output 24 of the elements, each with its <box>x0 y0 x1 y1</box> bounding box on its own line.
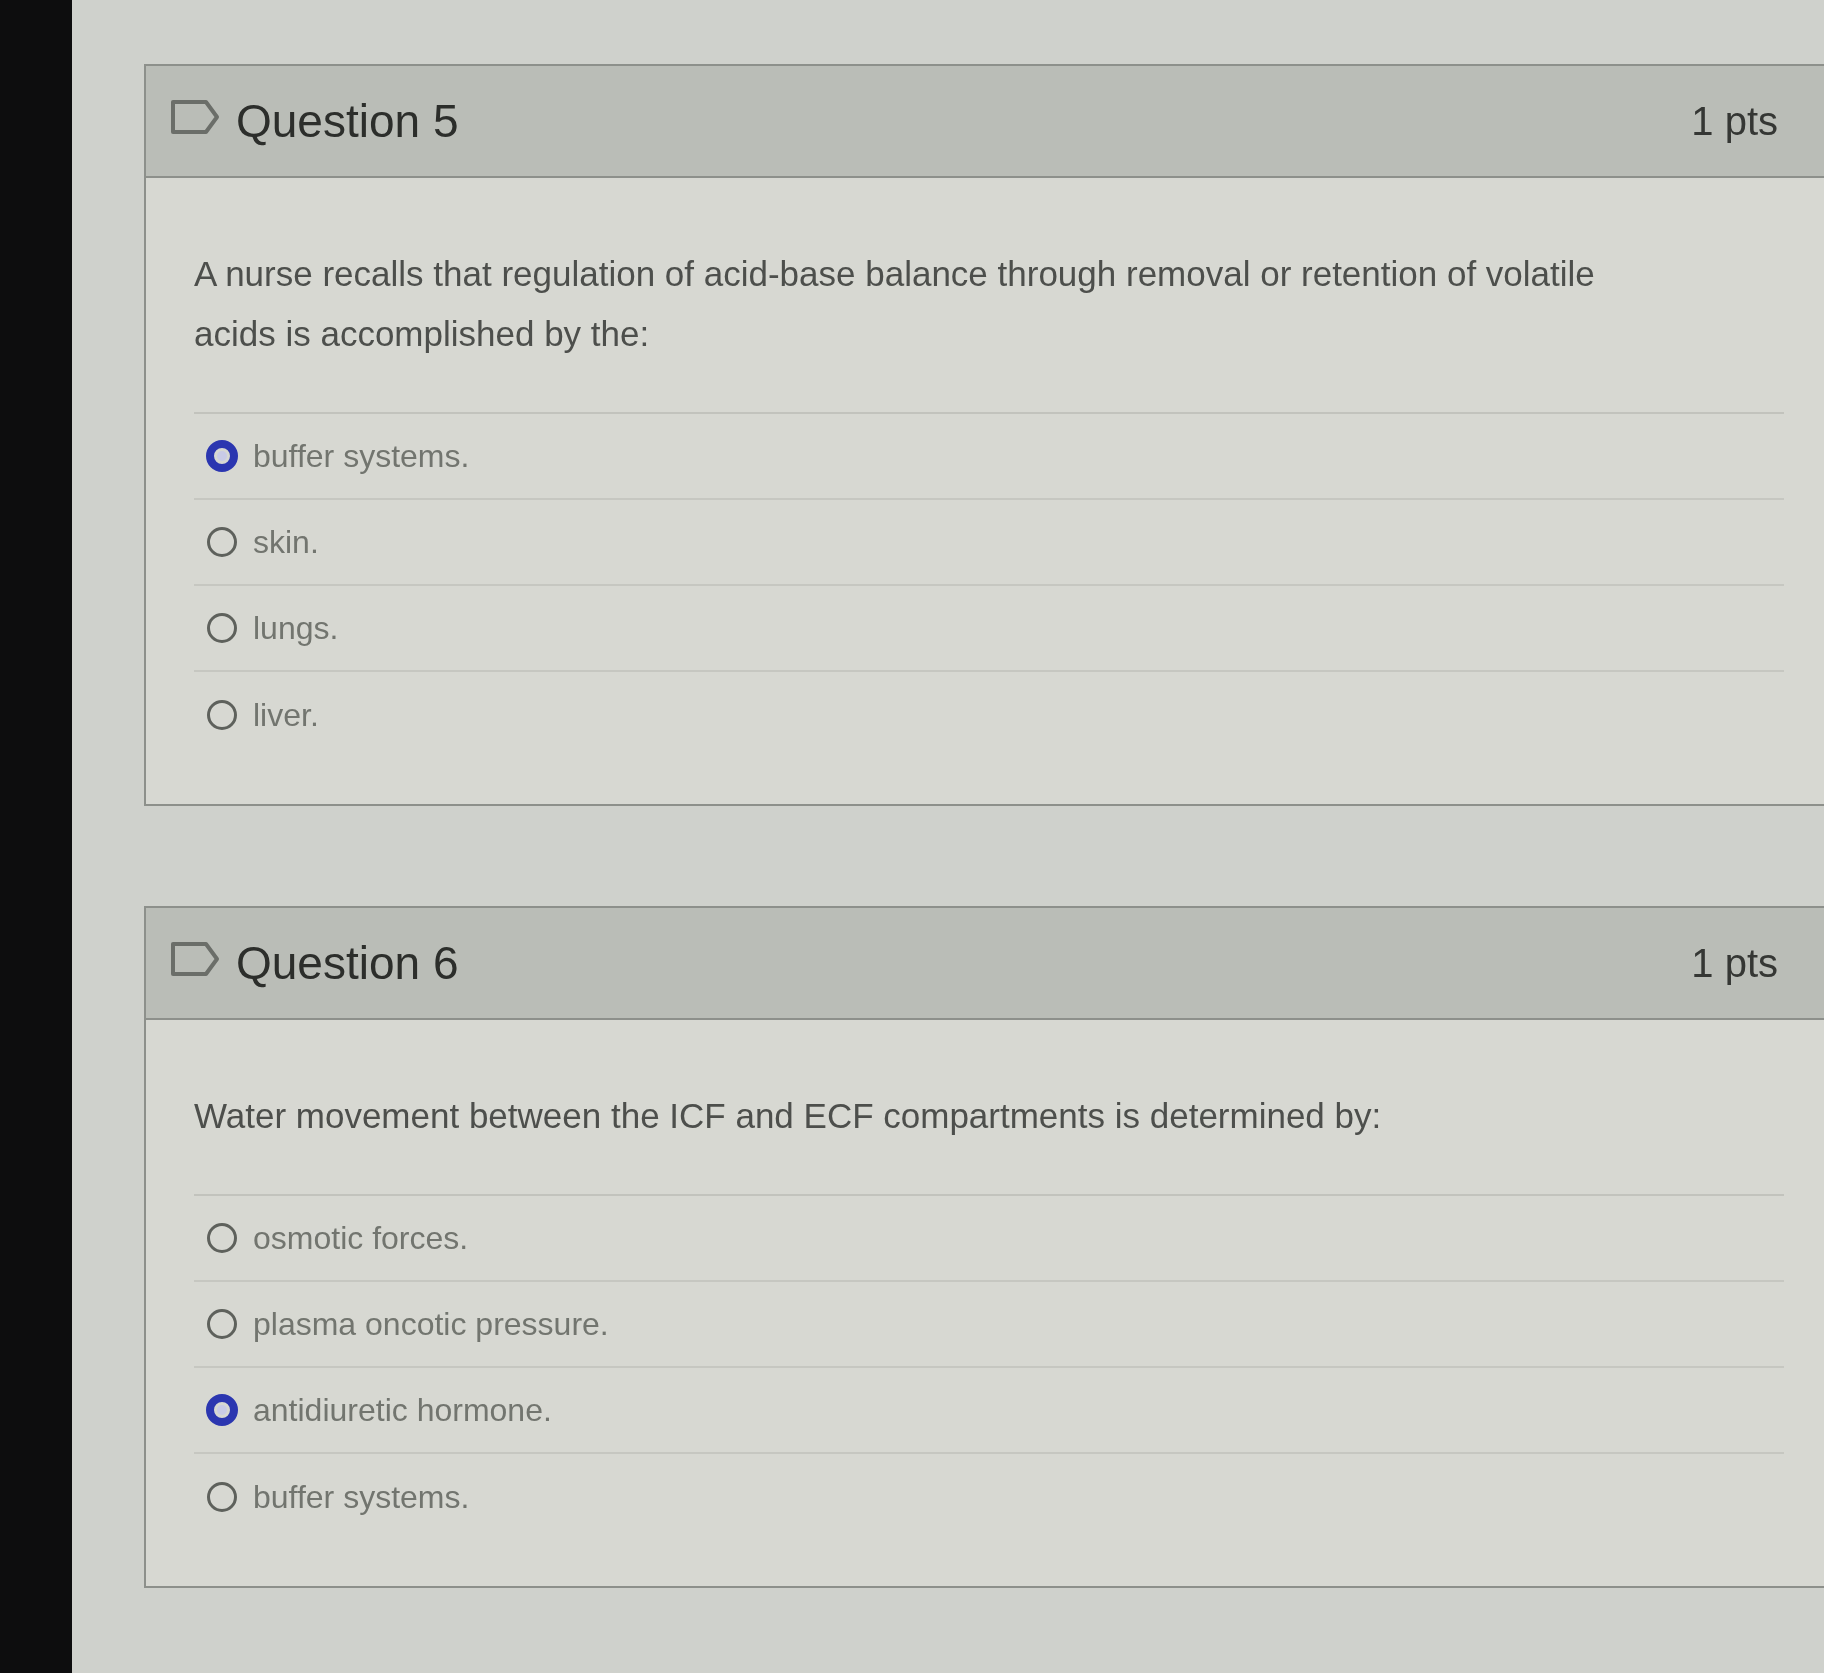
radio-button[interactable] <box>206 526 238 558</box>
answer-label[interactable]: skin. <box>253 523 319 561</box>
points-label: 1 pts <box>1691 940 1778 986</box>
answer-label[interactable]: plasma oncotic pressure. <box>253 1305 609 1343</box>
radio-button[interactable] <box>206 612 238 644</box>
question-text: A nurse recalls that regulation of acid-base balance through removal or retention of volatile acids is accomplished by the: <box>194 253 1596 355</box>
answer-label[interactable]: antidiuretic hormone. <box>253 1391 552 1429</box>
radio-button[interactable] <box>206 1308 238 1340</box>
radio-button[interactable] <box>206 1394 238 1426</box>
question-text: Water movement between the ICF and ECF compartments is determined by: <box>194 1095 1383 1137</box>
radio-button[interactable] <box>206 699 238 731</box>
answer-label[interactable]: liver. <box>253 696 319 734</box>
radio-button[interactable] <box>206 1481 238 1513</box>
points-label: 1 pts <box>1691 98 1778 144</box>
answer-label[interactable]: buffer systems. <box>253 437 470 475</box>
flag-icon[interactable] <box>170 941 220 977</box>
question-title: Question 5 <box>236 94 459 148</box>
answer-label[interactable]: lungs. <box>253 609 339 647</box>
answer-label[interactable]: buffer systems. <box>253 1478 470 1516</box>
answer-label[interactable]: osmotic forces. <box>253 1219 469 1257</box>
question-title: Question 6 <box>236 936 459 990</box>
flag-icon[interactable] <box>170 99 220 135</box>
radio-button[interactable] <box>206 1222 238 1254</box>
radio-button[interactable] <box>206 440 238 472</box>
